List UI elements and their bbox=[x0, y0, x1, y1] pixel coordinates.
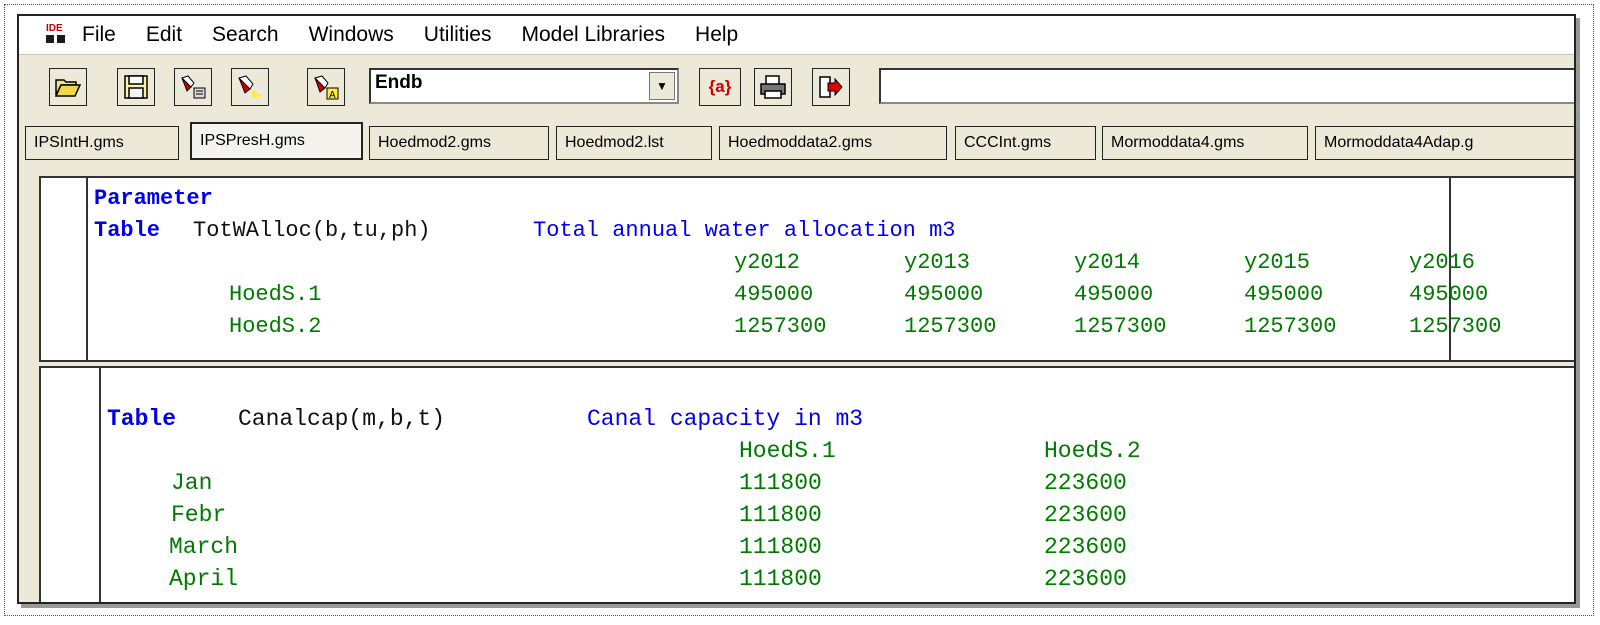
editor-pane-bottom[interactable]: Table Canalcap(m,b,t) Canal capacity in … bbox=[39, 366, 1574, 602]
code-table-keyword: Table bbox=[107, 406, 177, 432]
editor-pane-top[interactable]: Parameter Table TotWAlloc(b,tu,ph) Total… bbox=[39, 176, 1574, 362]
run-lst-button[interactable] bbox=[174, 68, 212, 106]
tab-mormoddata4[interactable]: Mormoddata4.gms bbox=[1102, 126, 1308, 160]
run-a-button[interactable]: A bbox=[307, 68, 345, 106]
run-button[interactable] bbox=[231, 68, 269, 106]
tab-label: Hoedmod2.gms bbox=[378, 134, 491, 151]
row-label: Jan bbox=[171, 470, 213, 496]
cell-value: 111800 bbox=[739, 566, 822, 592]
column-header: HoedS.1 bbox=[739, 438, 836, 464]
menu-edit[interactable]: Edit bbox=[146, 23, 182, 47]
tab-label: IPSPresH.gms bbox=[200, 132, 305, 149]
code-parameter-keyword: Parameter bbox=[94, 186, 213, 211]
column-header: y2012 bbox=[734, 250, 801, 275]
exit-arrow-icon bbox=[819, 76, 843, 98]
cell-value: 111800 bbox=[739, 502, 822, 528]
cell-value: 1257300 bbox=[1074, 314, 1167, 339]
cell-value: 223600 bbox=[1044, 502, 1127, 528]
row-label: April bbox=[169, 566, 239, 592]
menu-windows[interactable]: Windows bbox=[309, 23, 394, 47]
command-input[interactable] bbox=[879, 68, 1574, 104]
menu-utilities[interactable]: Utilities bbox=[424, 23, 492, 47]
column-header: y2014 bbox=[1074, 250, 1141, 275]
menu-file[interactable]: File bbox=[82, 23, 116, 47]
row-label: HoedS.1 bbox=[229, 282, 322, 307]
file-tab-bar: IPSIntH.gms IPSPresH.gms Hoedmod2.gms Ho… bbox=[19, 112, 1574, 160]
tab-ipsinth[interactable]: IPSIntH.gms bbox=[25, 126, 179, 160]
cell-value: 495000 bbox=[1244, 282, 1324, 307]
cell-value: 495000 bbox=[1074, 282, 1154, 307]
open-button[interactable] bbox=[49, 68, 87, 106]
cell-value: 1257300 bbox=[904, 314, 997, 339]
code-table-name: TotWAlloc(b,tu,ph) bbox=[193, 218, 431, 243]
tab-label: CCCInt.gms bbox=[964, 134, 1052, 151]
menu-help[interactable]: Help bbox=[695, 23, 738, 47]
cell-value: 111800 bbox=[739, 534, 822, 560]
cell-value: 495000 bbox=[1409, 282, 1489, 307]
tab-label: Mormoddata4.gms bbox=[1111, 134, 1245, 151]
code-table-keyword: Table bbox=[94, 218, 161, 243]
app-icon: IDE bbox=[46, 23, 68, 46]
code-table-name: Canalcap(m,b,t) bbox=[238, 406, 446, 432]
line-gutter bbox=[41, 368, 101, 602]
tab-label: Hoedmod2.lst bbox=[565, 134, 664, 151]
run-flashlight-list-icon bbox=[181, 75, 206, 99]
save-button[interactable] bbox=[117, 68, 155, 106]
row-label: Febr bbox=[171, 502, 227, 528]
line-gutter bbox=[41, 178, 88, 360]
column-header: y2015 bbox=[1244, 250, 1311, 275]
tab-hoedmoddata2[interactable]: Hoedmoddata2.gms bbox=[719, 126, 947, 160]
model-combo-box[interactable]: Endb ▼ bbox=[369, 68, 679, 104]
app-icon-label: IDE bbox=[46, 23, 63, 34]
menu-search[interactable]: Search bbox=[212, 23, 279, 47]
cell-value: 1257300 bbox=[734, 314, 827, 339]
combo-value: Endb bbox=[375, 72, 423, 93]
menu-bar: IDE File Edit Search Windows Utilities M… bbox=[19, 16, 1574, 55]
tab-hoedmod2-lst[interactable]: Hoedmod2.lst bbox=[556, 126, 712, 160]
print-button[interactable] bbox=[754, 68, 792, 106]
cell-value: 223600 bbox=[1044, 470, 1127, 496]
code-table-description: Canal capacity in m3 bbox=[587, 406, 864, 432]
cell-value: 495000 bbox=[734, 282, 814, 307]
menu-model-libraries[interactable]: Model Libraries bbox=[521, 23, 665, 47]
exit-button[interactable] bbox=[812, 68, 850, 106]
printer-icon bbox=[760, 75, 786, 99]
code-table-description: Total annual water allocation m3 bbox=[533, 218, 956, 243]
cell-value: 495000 bbox=[904, 282, 984, 307]
cell-value: 223600 bbox=[1044, 534, 1127, 560]
tab-hoedmod2-gms[interactable]: Hoedmod2.gms bbox=[369, 126, 549, 160]
tab-cccint[interactable]: CCCInt.gms bbox=[955, 126, 1096, 160]
toolbar: A Endb ▼ {a} bbox=[19, 56, 1574, 106]
cell-value: 1257300 bbox=[1244, 314, 1337, 339]
cell-value: 223600 bbox=[1044, 566, 1127, 592]
run-flashlight-icon bbox=[238, 75, 262, 98]
tab-label: IPSIntH.gms bbox=[34, 134, 124, 151]
column-header: y2013 bbox=[904, 250, 971, 275]
svg-text:A: A bbox=[329, 90, 336, 100]
tab-label: Mormoddata4Adap.g bbox=[1324, 134, 1474, 151]
cell-value: 111800 bbox=[739, 470, 822, 496]
tab-label: Hoedmoddata2.gms bbox=[728, 134, 873, 151]
ide-window: IDE File Edit Search Windows Utilities M… bbox=[17, 14, 1576, 604]
tab-ipspresh[interactable]: IPSPresH.gms bbox=[190, 122, 363, 160]
chevron-down-icon[interactable]: ▼ bbox=[649, 72, 675, 100]
row-label: March bbox=[169, 534, 239, 560]
column-header: y2016 bbox=[1409, 250, 1476, 275]
floppy-disk-icon bbox=[124, 75, 148, 99]
column-header: HoedS.2 bbox=[1044, 438, 1141, 464]
row-label: HoedS.2 bbox=[229, 314, 322, 339]
cell-value: 1257300 bbox=[1409, 314, 1502, 339]
macro-button-label: {a} bbox=[708, 77, 732, 96]
macro-button[interactable]: {a} bbox=[699, 68, 741, 106]
tab-mormoddata4adap[interactable]: Mormoddata4Adap.g bbox=[1315, 126, 1574, 160]
run-flashlight-a-icon: A bbox=[314, 75, 339, 100]
folder-open-icon bbox=[55, 79, 81, 97]
